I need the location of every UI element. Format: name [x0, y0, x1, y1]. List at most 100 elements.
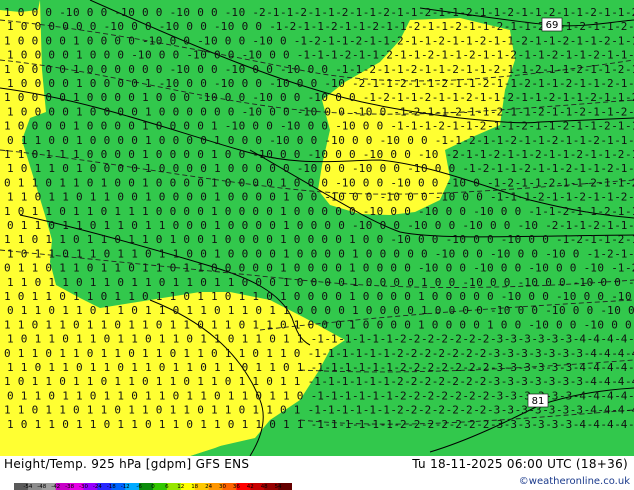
svg-text:0: 0 [101, 91, 108, 104]
svg-text:-2: -2 [407, 389, 420, 402]
site-credit[interactable]: ©weatheronline.co.uk [519, 476, 630, 487]
svg-text:0: 0 [21, 162, 28, 175]
svg-text:-2: -2 [476, 333, 489, 346]
svg-text:-1: -1 [308, 347, 321, 360]
svg-text:0: 0 [117, 134, 124, 147]
svg-text:1: 1 [156, 262, 163, 275]
svg-text:-1: -1 [308, 375, 321, 388]
svg-text:0: 0 [380, 247, 387, 260]
svg-text:0: 0 [114, 63, 121, 76]
svg-text:1: 1 [170, 290, 177, 303]
svg-text:0: 0 [45, 63, 52, 76]
svg-text:1: 1 [280, 347, 287, 360]
svg-text:-1: -1 [366, 389, 379, 402]
svg-text:1: 1 [283, 333, 290, 346]
svg-text:0: 0 [225, 176, 232, 189]
svg-text:-1: -1 [338, 361, 351, 374]
svg-text:0: 0 [242, 219, 249, 232]
svg-text:1: 1 [73, 290, 80, 303]
svg-text:-1: -1 [294, 34, 307, 47]
svg-text:-1: -1 [628, 247, 634, 260]
svg-text:0: 0 [87, 262, 94, 275]
svg-text:-3: -3 [559, 361, 572, 374]
svg-text:-2: -2 [377, 91, 390, 104]
svg-text:0: 0 [170, 347, 177, 360]
svg-text:-1: -1 [628, 162, 634, 175]
svg-text:1: 1 [35, 247, 42, 260]
svg-text:0: 0 [62, 49, 69, 62]
svg-text:-2: -2 [473, 120, 486, 133]
svg-text:0: 0 [366, 162, 373, 175]
svg-text:0: 0 [255, 276, 262, 289]
svg-text:0: 0 [59, 375, 66, 388]
svg-text:0: 0 [393, 162, 400, 175]
svg-text:1: 1 [145, 105, 152, 118]
svg-text:0: 0 [476, 247, 483, 260]
svg-text:1: 1 [62, 361, 69, 374]
svg-text:-2: -2 [393, 333, 406, 346]
svg-text:-2: -2 [573, 191, 586, 204]
svg-text:-1: -1 [556, 176, 569, 189]
svg-text:0: 0 [170, 120, 177, 133]
svg-text:1: 1 [280, 205, 287, 218]
svg-text:0: 0 [294, 205, 301, 218]
svg-text:0: 0 [393, 219, 400, 232]
svg-text:-1: -1 [611, 290, 624, 303]
svg-text:0: 0 [321, 233, 328, 246]
svg-text:-1: -1 [556, 91, 569, 104]
colorbar-tick-label: 24 [205, 484, 212, 489]
svg-text:-1: -1 [449, 49, 462, 62]
svg-text:0: 0 [142, 63, 149, 76]
svg-text:1: 1 [4, 233, 11, 246]
svg-text:-2: -2 [459, 375, 472, 388]
svg-text:-1: -1 [614, 162, 627, 175]
svg-text:0: 0 [338, 134, 345, 147]
svg-text:-1: -1 [587, 105, 600, 118]
svg-text:-1: -1 [476, 49, 489, 62]
svg-text:1: 1 [211, 290, 218, 303]
svg-text:0: 0 [614, 304, 621, 317]
svg-text:-1: -1 [404, 91, 417, 104]
svg-text:1: 1 [18, 262, 25, 275]
svg-text:0: 0 [197, 318, 204, 331]
svg-text:-1: -1 [504, 162, 517, 175]
svg-text:0: 0 [4, 176, 11, 189]
svg-text:1: 1 [200, 304, 207, 317]
svg-text:-3: -3 [504, 418, 517, 431]
svg-text:-1: -1 [515, 91, 528, 104]
svg-text:-1: -1 [570, 120, 583, 133]
svg-text:1: 1 [294, 404, 301, 417]
svg-text:-1: -1 [390, 120, 403, 133]
svg-text:0: 0 [114, 233, 121, 246]
svg-text:0: 0 [183, 233, 190, 246]
svg-text:0: 0 [625, 290, 632, 303]
svg-text:-1: -1 [501, 290, 514, 303]
svg-text:1: 1 [4, 404, 11, 417]
svg-text:0: 0 [487, 290, 494, 303]
svg-text:-1: -1 [515, 6, 528, 19]
svg-text:0: 0 [349, 176, 356, 189]
svg-text:-3: -3 [570, 375, 583, 388]
svg-text:-2: -2 [418, 404, 431, 417]
svg-text:-2: -2 [418, 347, 431, 360]
svg-text:0: 0 [211, 6, 218, 19]
svg-text:-1: -1 [280, 120, 293, 133]
svg-text:1: 1 [35, 389, 42, 402]
svg-text:1: 1 [104, 304, 111, 317]
svg-text:-2: -2 [545, 49, 558, 62]
svg-text:0: 0 [252, 63, 259, 76]
svg-text:0: 0 [377, 176, 384, 189]
svg-text:-3: -3 [504, 333, 517, 346]
svg-text:1: 1 [297, 361, 304, 374]
svg-text:-2: -2 [614, 191, 627, 204]
svg-text:1: 1 [145, 191, 152, 204]
svg-text:1: 1 [159, 304, 166, 317]
svg-text:0: 0 [104, 105, 111, 118]
svg-text:0: 0 [159, 162, 166, 175]
svg-text:0: 0 [183, 91, 190, 104]
svg-text:-2: -2 [545, 134, 558, 147]
svg-text:-1: -1 [338, 418, 351, 431]
svg-text:0: 0 [239, 233, 246, 246]
svg-text:-2: -2 [487, 63, 500, 76]
svg-text:0: 0 [114, 404, 121, 417]
